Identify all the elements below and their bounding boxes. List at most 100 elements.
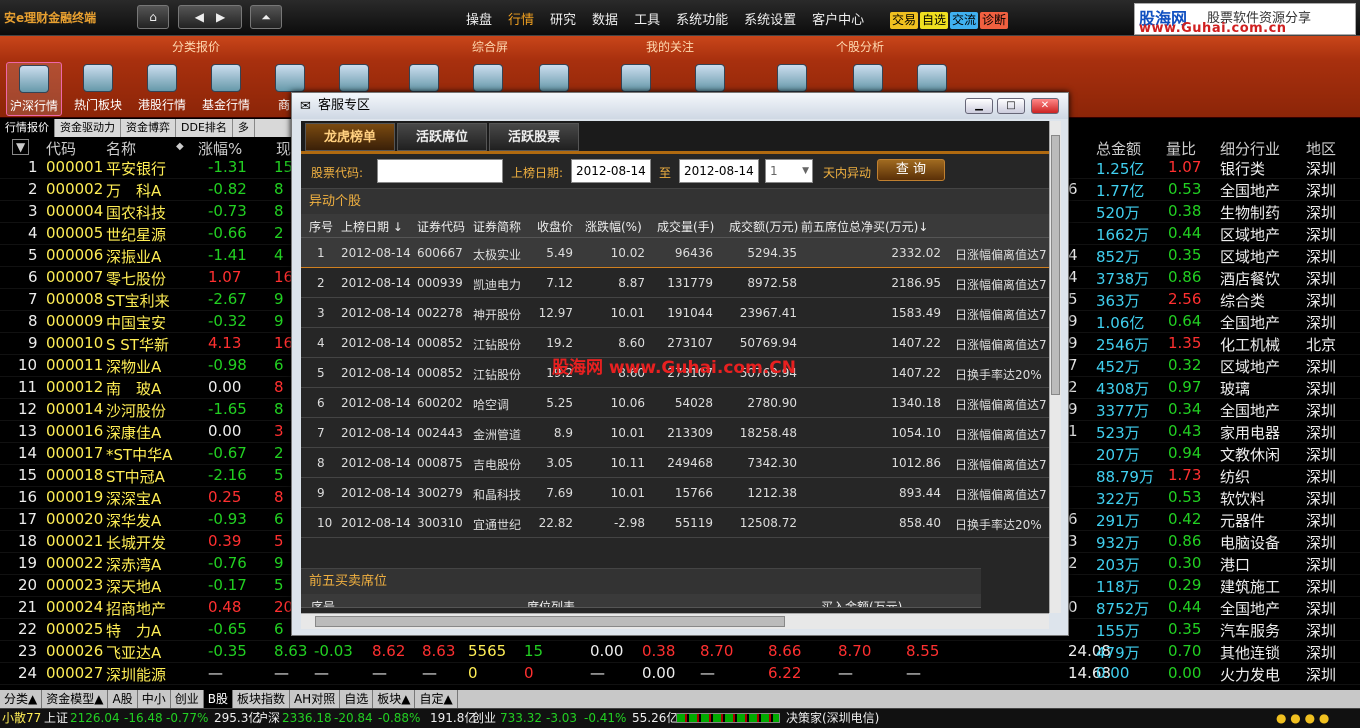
bottom-tab[interactable]: 板块指数 (233, 690, 290, 708)
result-row[interactable]: 7 2012-08-14 002443 金洲管道 8.9 10.01 213309 18258… (301, 418, 1049, 448)
start-date-input[interactable]: 2012-08-14 (571, 159, 651, 183)
region: 深圳 (1306, 182, 1337, 200)
region: 深圳 (1306, 314, 1337, 332)
vol-ratio: 0.53 (1168, 180, 1202, 198)
result-col-header[interactable]: 涨跌幅(%) (585, 218, 642, 235)
price: 8.63 (274, 642, 308, 660)
up-button[interactable]: ⏶ (250, 5, 282, 29)
result-row[interactable]: 6 2012-08-14 600202 哈空调 5.25 10.06 54028 2780.9… (301, 388, 1049, 418)
scroll-thumb[interactable] (315, 616, 785, 627)
menu-item[interactable]: 数据 (592, 13, 618, 28)
col-industry[interactable]: 细分行业 (1220, 138, 1280, 159)
result-row[interactable]: 9 2012-08-14 300279 和晶科技 7.69 10.01 15766 1212.… (301, 478, 1049, 508)
result-col-header[interactable]: 成交额(万元) (729, 218, 798, 235)
bottom-tab[interactable]: A股 (108, 690, 138, 708)
col-name[interactable]: 名称 (106, 138, 136, 159)
result-row[interactable]: 10 2012-08-14 300310 宜通世纪 22.82 -2.98 55119 125… (301, 508, 1049, 538)
bottom-tab[interactable]: 分类▲ (0, 690, 43, 708)
sort-dropdown-icon[interactable]: ▼ (12, 139, 30, 155)
ribbon-btn-hs[interactable]: 沪深行情 (6, 62, 62, 116)
menu-item[interactable]: 行情 (508, 13, 534, 28)
tab-active-stocks[interactable]: 活跃股票 (489, 123, 579, 151)
bottom-tab[interactable]: 板块▲ (373, 690, 416, 708)
row-value: 0.00 (642, 664, 676, 682)
quick-tag[interactable]: 交流 (950, 12, 979, 29)
stock-name: 深天地A (106, 578, 162, 596)
end-date-input[interactable]: 2012-08-14 (679, 159, 759, 183)
industry: 软饮料 (1220, 490, 1266, 508)
col-amount[interactable]: 总金额 (1096, 138, 1141, 159)
market-bar (676, 713, 780, 723)
result-col-header[interactable]: 证券代码 (417, 218, 465, 235)
amount: 1.77亿 (1096, 182, 1145, 200)
bottom-tab[interactable]: 自选 (340, 690, 374, 708)
bottom-tab[interactable]: AH对照 (290, 690, 341, 708)
stock-name: ST宝利来 (106, 292, 170, 310)
code-input[interactable] (377, 159, 503, 183)
quick-tag[interactable]: 诊断 (980, 12, 1009, 29)
col-change[interactable]: 涨幅% (198, 138, 242, 159)
back-forward-button[interactable]: ◀ ▶ (178, 5, 242, 29)
result-row[interactable]: 2 2012-08-14 000939 凯迪电力 7.12 8.87 131779 8972.… (301, 268, 1049, 298)
region: 北京 (1306, 336, 1337, 354)
query-button[interactable]: 查 询 (877, 159, 945, 181)
quick-tag[interactable]: 交易 (890, 12, 919, 29)
menu-item[interactable]: 客户中心 (812, 13, 864, 28)
home-button[interactable]: ⌂ (137, 5, 169, 29)
result-col-header[interactable]: 序号 (309, 218, 333, 235)
row-value: -0.03 (314, 642, 353, 660)
bottom-tab[interactable]: 创业 (171, 690, 204, 708)
sub-tab[interactable]: 行情报价 (0, 119, 55, 137)
col-price[interactable]: 现 (276, 138, 291, 159)
row-index: 19 (18, 554, 38, 572)
result-col-header[interactable]: 前五席位总净买(万元)↓ (801, 218, 928, 235)
ribbon-btn-hot[interactable]: 热门板块 (70, 62, 126, 116)
menu-item[interactable]: 系统设置 (744, 13, 796, 28)
result-col-header[interactable]: 收盘价 (537, 218, 573, 235)
stock-code: 000025 (46, 620, 104, 638)
result-row[interactable]: 1 2012-08-14 600667 太极实业 5.49 10.02 96436 5294.… (301, 238, 1049, 268)
stock-name: 深康佳A (106, 424, 162, 442)
col-code[interactable]: 代码 (46, 138, 76, 159)
result-cell: 2332.02 (891, 246, 941, 260)
calendar-icon (853, 64, 883, 92)
menu-item[interactable]: 操盘 (466, 13, 492, 28)
menu-item[interactable]: 系统功能 (676, 13, 728, 28)
ribbon-btn-hk[interactable]: 港股行情 (134, 62, 190, 116)
sub-tab[interactable]: 资金博弈 (121, 119, 176, 137)
col-vol-ratio[interactable]: 量比 (1166, 138, 1196, 159)
menu-item[interactable]: 工具 (634, 13, 660, 28)
quick-tag[interactable]: 自选 (920, 12, 949, 29)
result-cell: 23967.41 (739, 306, 797, 320)
result-row[interactable]: 8 2012-08-14 000875 吉电股份 3.05 10.11 249468 7342… (301, 448, 1049, 478)
scroll-thumb[interactable] (1051, 135, 1060, 395)
bottom-tab[interactable]: 资金模型▲ (42, 690, 109, 708)
maximize-button[interactable]: □ (997, 98, 1025, 114)
bottom-tab[interactable]: B股 (203, 690, 233, 708)
sub-tab[interactable]: 多 (233, 119, 255, 137)
sub-tab[interactable]: 资金驱动力 (55, 119, 121, 137)
bottom-tab[interactable]: 自定▲ (415, 690, 458, 708)
ribbon-btn-fund[interactable]: 基金行情 (198, 62, 254, 116)
menu-item[interactable]: 研究 (550, 13, 576, 28)
result-col-header[interactable]: 证券简称 (473, 218, 521, 235)
close-button[interactable]: ✕ (1031, 98, 1059, 114)
result-cell: 10 (317, 516, 333, 530)
bottom-tab[interactable]: 中小 (138, 690, 171, 708)
result-row[interactable]: 3 2012-08-14 002278 神开股份 12.97 10.01 191044 239… (301, 298, 1049, 328)
sub-tab[interactable]: DDE排名 (176, 119, 233, 137)
tab-active-seats[interactable]: 活跃席位 (397, 123, 487, 151)
result-col-header[interactable]: 成交量(手) (657, 218, 714, 235)
minimize-button[interactable]: ▁ (965, 98, 993, 114)
days-select[interactable]: 1 ▼ (765, 159, 813, 183)
col-region[interactable]: 地区 (1306, 138, 1336, 159)
result-col-header[interactable]: 上榜日期 ↓ (341, 218, 403, 235)
table-row[interactable]: 24 000027 深圳能源 — —14.68 0.00 0.00 火力发电 深圳 — — —0 0—0… (0, 663, 1360, 685)
vertical-scrollbar[interactable] (1049, 121, 1061, 613)
row-value: — (700, 664, 715, 682)
tab-longhu[interactable]: 龙虎榜单 (305, 123, 395, 151)
index-sz-change: -20.84 (334, 711, 373, 725)
col-partial: 9 (1068, 334, 1078, 352)
horizontal-scrollbar[interactable] (301, 613, 1049, 629)
table-row[interactable]: 23 000026 飞亚达A -0.35 8.63 24.08 479万 0.70 其他连锁 深圳… (0, 641, 1360, 663)
